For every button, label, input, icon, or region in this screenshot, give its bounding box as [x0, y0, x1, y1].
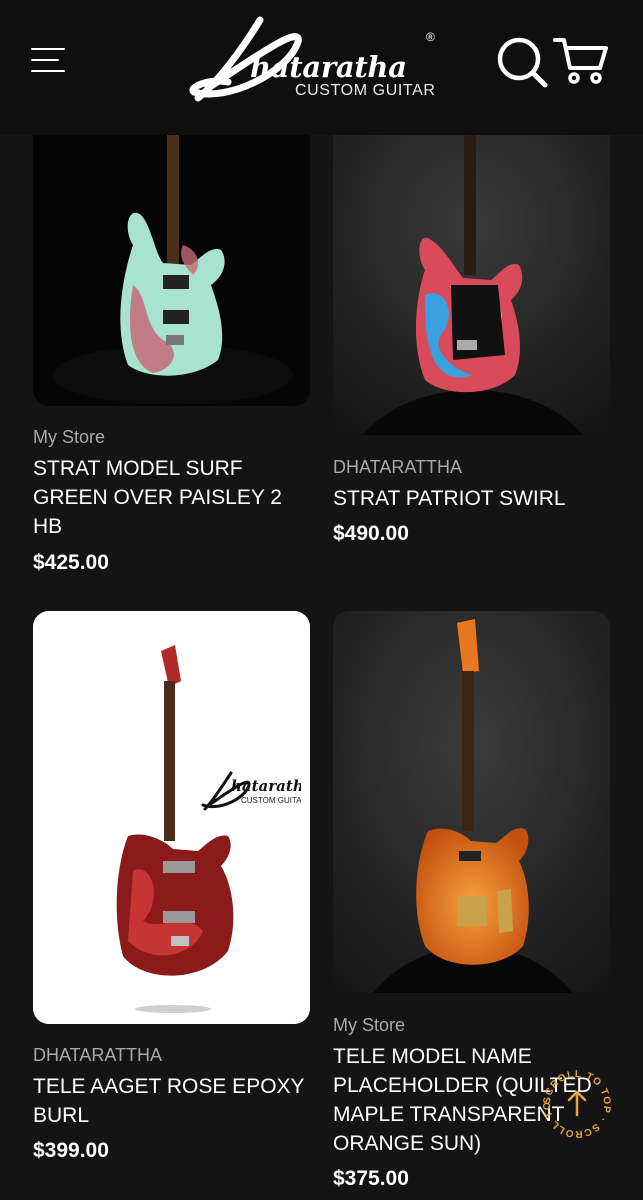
product-vendor: My Store — [333, 1015, 406, 1035]
product-price: $375.00 — [333, 1167, 409, 1190]
product-title[interactable]: STRAT PATRIOT SWIRL — [333, 484, 603, 513]
site-header: hataratha CUSTOM GUITAR ® — [0, 0, 643, 135]
product-image[interactable]: hataratha CUSTOM GUITAR — [33, 611, 310, 1024]
product-image[interactable] — [333, 135, 610, 435]
product-price: $490.00 — [333, 522, 409, 545]
product-image[interactable] — [33, 135, 310, 406]
logo-subtitle: CUSTOM GUITAR — [295, 82, 436, 99]
product-price: $425.00 — [33, 551, 109, 574]
brand-logo[interactable]: hataratha CUSTOM GUITAR ® — [188, 12, 443, 108]
product-image[interactable] — [333, 611, 610, 993]
arrow-up-icon — [567, 1090, 587, 1117]
product-vendor: My Store — [33, 427, 106, 447]
product-title[interactable]: STRAT MODEL SURF GREEN OVER PAISLEY 2 HB — [33, 454, 303, 541]
product-vendor: DHATARATTHA — [33, 1045, 162, 1065]
logo-registered-mark: ® — [426, 30, 435, 44]
scroll-to-top-button[interactable]: SCROLL TO TOP · SCROLL TO TOP · — [536, 1059, 614, 1141]
product-title[interactable]: TELE AAGET ROSE EPOXY BURL — [33, 1072, 308, 1130]
cart-icon[interactable] — [553, 36, 609, 86]
watermark-logo: hataratha CUSTOM GUITAR — [201, 769, 301, 813]
product-vendor: DHATARATTHA — [333, 457, 462, 477]
logo-wordmark: hataratha — [250, 50, 407, 84]
svg-text:CUSTOM GUITAR: CUSTOM GUITAR — [241, 796, 301, 805]
search-icon[interactable] — [496, 36, 548, 88]
hamburger-menu-icon[interactable] — [31, 46, 67, 74]
product-price: $399.00 — [33, 1139, 109, 1162]
svg-text:hataratha: hataratha — [231, 777, 301, 795]
